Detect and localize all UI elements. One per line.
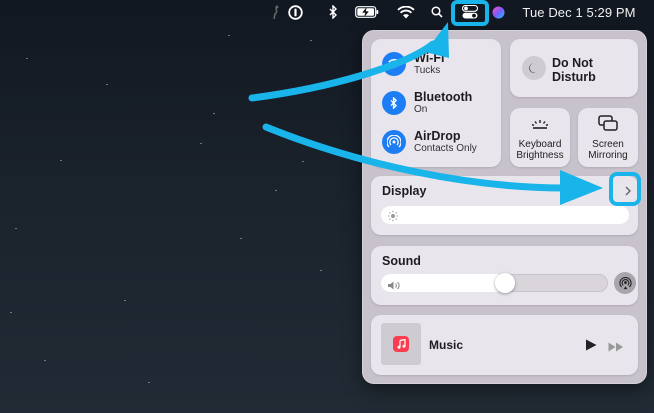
keyboard-brightness-button[interactable]: Keyboard Brightness <box>510 108 570 167</box>
wifi-title: Wi-Fi <box>414 51 445 65</box>
volume-slider[interactable] <box>381 273 608 293</box>
battery-charging-icon[interactable] <box>354 0 380 24</box>
display-brightness-fill <box>381 206 629 224</box>
fast-forward-button[interactable] <box>608 339 624 357</box>
airplay-audio-icon <box>618 276 632 289</box>
script-icon[interactable] <box>268 0 284 24</box>
annotation-highlight-display-chevron <box>609 172 641 206</box>
bluetooth-title: Bluetooth <box>414 90 473 104</box>
keyboard-brightness-line1: Keyboard <box>518 139 562 150</box>
search-icon[interactable] <box>430 0 444 24</box>
play-icon <box>586 339 597 351</box>
star <box>228 35 230 36</box>
keyboard-brightness-icon <box>529 117 551 136</box>
bluetooth-status: On <box>414 104 428 115</box>
sound-title: Sound <box>382 254 421 268</box>
moon-icon <box>522 56 546 80</box>
star <box>60 160 62 161</box>
bluetooth-icon[interactable] <box>326 0 340 24</box>
do-not-disturb-toggle[interactable]: Do Not Disturb <box>510 39 638 97</box>
screen-mirroring-icon <box>598 115 618 136</box>
star <box>124 300 126 301</box>
album-artwork <box>381 323 421 365</box>
star <box>302 161 304 162</box>
now-playing-title: Music <box>429 338 464 352</box>
star <box>240 238 242 239</box>
annotation-highlight-control-center <box>451 0 489 26</box>
menu-bar: Tue Dec 1 5:29 PM <box>0 0 654 24</box>
star <box>10 312 12 313</box>
screen-mirroring-line2: Mirroring <box>588 150 628 161</box>
onepassword-icon[interactable] <box>286 0 304 24</box>
display-title: Display <box>382 184 427 198</box>
bluetooth-toggle[interactable]: Bluetooth On <box>382 90 472 116</box>
speaker-icon <box>387 278 401 296</box>
star <box>15 228 17 229</box>
wifi-icon <box>382 52 406 76</box>
bluetooth-icon <box>382 91 406 115</box>
star <box>213 113 215 114</box>
sound-module: Sound <box>371 246 638 305</box>
star <box>200 143 202 144</box>
star <box>26 58 28 59</box>
wifi-network: Tucks <box>414 65 441 76</box>
airdrop-status: Contacts Only <box>414 143 477 154</box>
airdrop-title: AirDrop <box>414 129 461 143</box>
volume-knob[interactable] <box>494 273 515 293</box>
star <box>320 270 322 271</box>
airplay-audio-button[interactable] <box>614 272 636 294</box>
dnd-label-line1: Do Not <box>552 56 593 70</box>
display-brightness-slider[interactable] <box>381 206 629 224</box>
fast-forward-icon <box>608 342 623 352</box>
control-center-panel: Wi-Fi Tucks Bluetooth On AirDrop Contact… <box>362 30 647 384</box>
star <box>148 382 150 383</box>
wifi-icon[interactable] <box>396 0 416 24</box>
menu-bar-clock[interactable]: Tue Dec 1 5:29 PM <box>519 0 639 24</box>
airdrop-icon <box>382 130 406 154</box>
display-module: Display <box>371 176 638 235</box>
star <box>310 40 312 41</box>
sun-icon <box>387 209 399 227</box>
dnd-label-line2: Disturb <box>552 70 596 84</box>
screen-mirroring-button[interactable]: Screen Mirroring <box>578 108 638 167</box>
screen-mirroring-line1: Screen <box>592 139 624 150</box>
music-app-icon <box>393 336 409 352</box>
keyboard-brightness-line2: Brightness <box>516 150 564 161</box>
star <box>106 84 108 85</box>
connectivity-module: Wi-Fi Tucks Bluetooth On AirDrop Contact… <box>371 39 501 167</box>
star <box>275 190 277 191</box>
star <box>44 360 46 361</box>
wifi-toggle[interactable]: Wi-Fi Tucks <box>382 51 444 77</box>
airdrop-toggle[interactable]: AirDrop Contacts Only <box>382 129 477 155</box>
play-button[interactable] <box>585 338 597 356</box>
siri-icon[interactable] <box>490 0 506 24</box>
now-playing-module: Music <box>371 315 638 375</box>
